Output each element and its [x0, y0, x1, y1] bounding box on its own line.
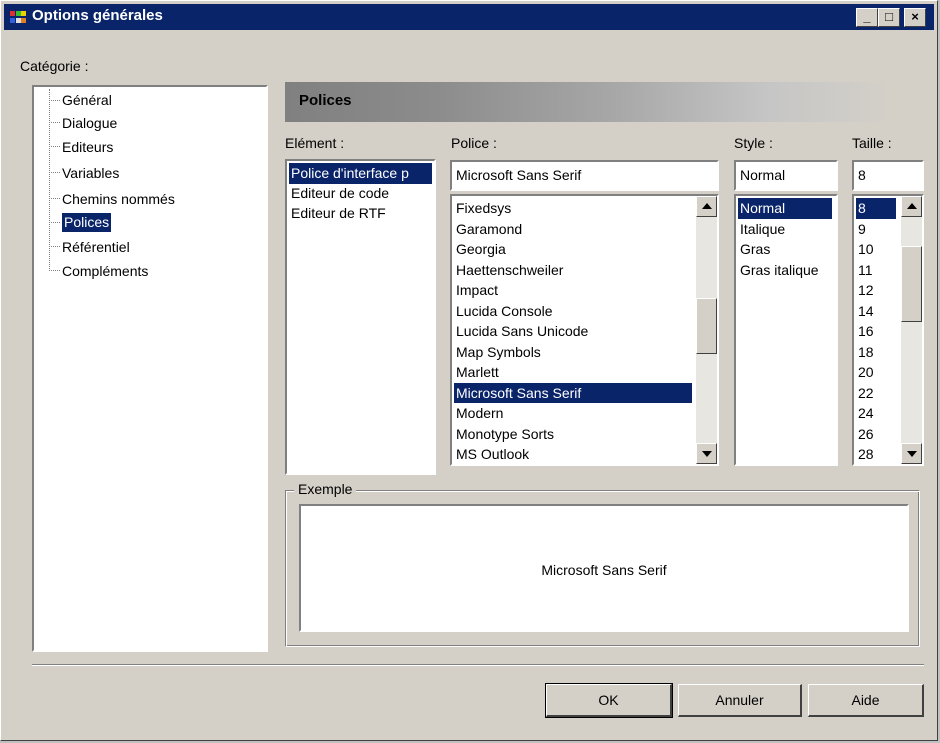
tree-item-complements[interactable]: Compléments [62, 260, 148, 282]
size-item[interactable]: 22 [856, 383, 874, 404]
size-item[interactable]: 28 [856, 444, 874, 465]
tree-item-referentiel[interactable]: Référentiel [62, 236, 130, 258]
taille-input[interactable]: 8 [852, 160, 924, 191]
size-item[interactable]: 11 [856, 260, 873, 281]
maximize-button[interactable]: □ [878, 8, 900, 27]
element-list[interactable]: Police d'interface p Editeur de code Edi… [285, 159, 436, 475]
arrow-down-icon [702, 451, 712, 457]
category-tree[interactable]: Général Dialogue Editeurs Variables Chem… [32, 85, 268, 652]
size-item[interactable]: 12 [856, 280, 874, 301]
panel-title: Polices [299, 92, 352, 109]
tree-item-editeurs[interactable]: Editeurs [62, 136, 113, 158]
font-item[interactable]: Marlett [454, 362, 499, 383]
style-input[interactable]: Normal [734, 160, 838, 191]
scroll-up-button[interactable] [696, 196, 717, 217]
tree-branch [49, 246, 60, 247]
tree-item-chemins-nommes[interactable]: Chemins nommés [62, 188, 175, 210]
scroll-thumb[interactable] [696, 298, 717, 354]
tree-branch [49, 100, 60, 101]
element-label: Elément : [285, 135, 345, 151]
options-dialog: Options générales _ □ × Catégorie : Géné… [0, 0, 938, 741]
element-item[interactable]: Editeur de code [289, 183, 389, 204]
size-item[interactable]: 14 [856, 301, 874, 322]
font-item[interactable]: Lucida Sans Unicode [454, 321, 588, 342]
font-item[interactable]: Monotype Sorts [454, 424, 554, 445]
font-item[interactable]: MS Outlook [454, 444, 529, 465]
example-text: Microsoft Sans Serif [541, 562, 667, 578]
panel-header: Polices [285, 82, 892, 122]
example-preview: Microsoft Sans Serif [299, 504, 909, 632]
taille-input-value[interactable]: 8 [858, 167, 866, 183]
tree-branch [49, 122, 60, 123]
size-item[interactable]: 9 [856, 219, 866, 240]
tree-item-dialogue[interactable]: Dialogue [62, 112, 117, 134]
element-item[interactable]: Editeur de RTF [289, 203, 386, 224]
font-item[interactable]: Haettenschweiler [454, 260, 563, 281]
size-item[interactable]: 16 [856, 321, 874, 342]
title-bar[interactable]: Options générales _ □ × [4, 4, 934, 30]
style-label: Style : [734, 135, 773, 151]
scroll-down-button[interactable] [901, 443, 922, 464]
close-button[interactable]: × [904, 8, 926, 27]
taille-scrollbar[interactable] [901, 196, 922, 464]
font-item[interactable]: Lucida Console [454, 301, 553, 322]
font-item[interactable]: Microsoft Sans Serif [454, 382, 692, 403]
font-item[interactable]: Map Symbols [454, 342, 541, 363]
example-label: Exemple [294, 481, 357, 497]
font-item[interactable]: Georgia [454, 239, 506, 260]
style-item[interactable]: Gras [738, 239, 770, 260]
arrow-up-icon [907, 203, 917, 209]
scroll-down-button[interactable] [696, 443, 717, 464]
tree-branch [49, 222, 60, 223]
style-item[interactable]: Gras italique [738, 260, 819, 281]
police-input[interactable]: Microsoft Sans Serif [450, 160, 719, 191]
font-item[interactable]: Fixedsys [454, 198, 511, 219]
tree-branch [49, 198, 60, 199]
tree-item-polices[interactable]: Polices [60, 212, 113, 233]
size-item[interactable]: 10 [856, 239, 874, 260]
separator [32, 664, 924, 666]
font-item[interactable]: Modern [454, 403, 503, 424]
arrow-up-icon [702, 203, 712, 209]
font-item[interactable]: Impact [454, 280, 498, 301]
style-input-value[interactable]: Normal [740, 167, 785, 183]
police-label: Police : [451, 135, 497, 151]
size-item[interactable]: 20 [856, 362, 874, 383]
style-item[interactable]: Italique [738, 219, 785, 240]
app-icon [10, 11, 26, 23]
size-item[interactable]: 8 [856, 198, 896, 219]
arrow-down-icon [907, 451, 917, 457]
tree-item-general[interactable]: Général [62, 89, 112, 111]
scroll-thumb[interactable] [901, 246, 922, 322]
font-item[interactable]: Garamond [454, 219, 522, 240]
police-scrollbar[interactable] [696, 196, 717, 464]
taille-label: Taille : [852, 135, 892, 151]
tree-branch [49, 270, 60, 271]
police-list[interactable]: Fixedsys Garamond Georgia Haettenschweil… [450, 194, 719, 466]
scroll-up-button[interactable] [901, 196, 922, 217]
tree-branch [49, 146, 60, 147]
category-label: Catégorie : [20, 58, 89, 74]
minimize-button[interactable]: _ [856, 8, 878, 27]
help-button[interactable]: Aide [808, 684, 924, 717]
tree-item-variables[interactable]: Variables [62, 162, 119, 184]
element-item[interactable]: Police d'interface p [289, 163, 432, 184]
tree-branch [49, 172, 60, 173]
size-item[interactable]: 24 [856, 403, 874, 424]
style-item[interactable]: Normal [738, 198, 832, 219]
style-list[interactable]: Normal Italique Gras Gras italique [734, 194, 838, 466]
taille-list[interactable]: 8 9 10 11 12 14 16 18 20 22 24 26 28 [852, 194, 924, 466]
tree-connector [49, 89, 50, 269]
cancel-button[interactable]: Annuler [678, 684, 802, 717]
size-item[interactable]: 18 [856, 342, 874, 363]
window-title: Options générales [32, 7, 163, 24]
size-item[interactable]: 26 [856, 424, 874, 445]
police-input-value[interactable]: Microsoft Sans Serif [456, 167, 581, 183]
ok-button[interactable]: OK [545, 683, 673, 718]
